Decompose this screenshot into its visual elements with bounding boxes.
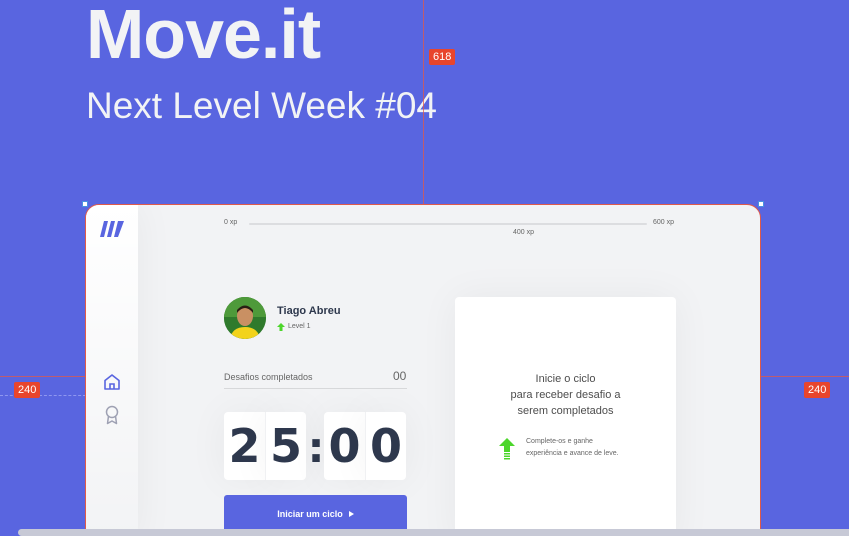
hero-subtitle: Next Level Week #04 <box>86 85 438 126</box>
challenge-hint-line: experiência e avance de leve. <box>526 450 619 457</box>
home-icon[interactable] <box>103 373 121 391</box>
xp-min-label: 0 xp <box>224 219 238 226</box>
xp-bar <box>249 223 647 225</box>
sidebar <box>86 205 138 536</box>
horizontal-scrollbar[interactable] <box>18 529 849 536</box>
challenge-hint-line: Complete-os e ganhe <box>526 438 593 445</box>
measure-badge-right: 240 <box>804 382 831 398</box>
countdown-separator: : <box>307 422 325 472</box>
profile-level: Level 1 <box>288 323 311 330</box>
challenge-title-line: Inicie o ciclo <box>535 373 596 385</box>
completed-challenges-count: 00 <box>393 369 407 383</box>
guide-line-vertical <box>423 0 424 205</box>
divider <box>224 388 407 389</box>
guide-line-left <box>0 376 86 377</box>
profile-name: Tiago Abreu <box>277 305 341 317</box>
challenge-title-line: serem completados <box>517 405 614 417</box>
countdown-minute-tens: 2 <box>224 412 265 480</box>
award-icon[interactable] <box>103 405 121 425</box>
countdown-minute-ones: 5 <box>265 412 306 480</box>
challenge-title: Inicie o ciclo para receber desafio a se… <box>455 371 676 419</box>
avatar <box>224 297 266 339</box>
play-icon <box>348 510 354 517</box>
challenge-title-line: para receber desafio a <box>510 389 621 401</box>
guide-dashed-line <box>0 395 86 396</box>
challenge-box: Inicie o ciclo para receber desafio a se… <box>455 297 676 536</box>
countdown-second-tens: 0 <box>324 412 365 480</box>
measure-badge-left: 240 <box>14 382 41 398</box>
logo-icon[interactable] <box>100 219 124 239</box>
level-up-arrow-icon <box>499 438 515 460</box>
xp-current-label: 400 xp <box>513 229 535 236</box>
guide-line-right <box>761 376 849 377</box>
completed-challenges-label: Desafios completados <box>224 372 313 382</box>
start-cycle-button[interactable]: Iniciar um ciclo <box>224 495 407 532</box>
start-cycle-label: Iniciar um ciclo <box>277 508 343 519</box>
selection-handle-right[interactable] <box>758 201 764 207</box>
measure-badge-top: 618 <box>429 49 456 65</box>
hero-title: Move.it <box>86 0 321 73</box>
level-up-icon <box>277 323 285 331</box>
challenge-hint: Complete-os e ganhe experiência e avance… <box>526 436 646 460</box>
countdown-second-ones: 0 <box>365 412 406 480</box>
app-frame: 0 xp 600 xp 400 xp Tiago Abreu Level 1 D… <box>85 204 761 536</box>
xp-max-label: 600 xp <box>653 219 675 226</box>
